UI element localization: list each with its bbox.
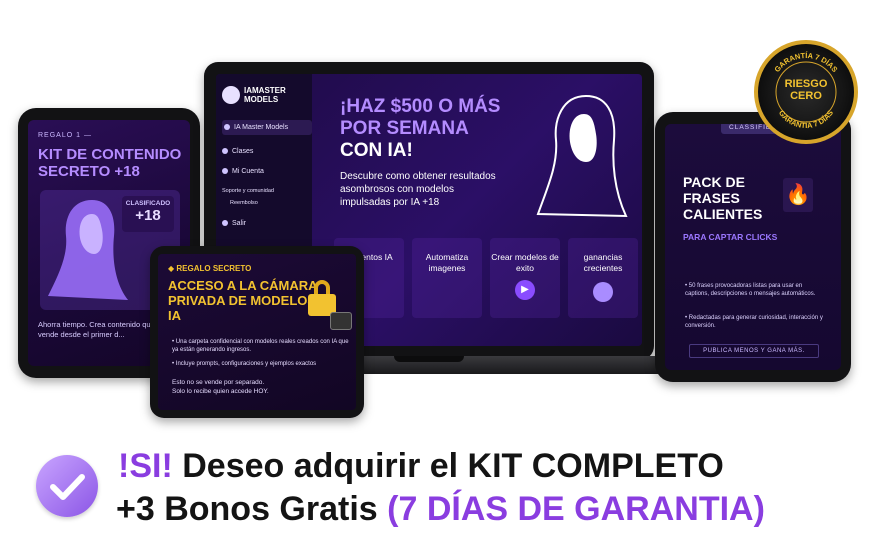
tablet-right-title: PACK DE FRASES CALIENTES xyxy=(683,174,763,222)
sidebar-item-mi-cuenta[interactable]: Mi Cuenta xyxy=(222,168,264,175)
sidebar-item-soporte[interactable]: Soporte y comunidad xyxy=(222,188,274,194)
front-label: ◆ REGALO SECRETO xyxy=(168,264,251,273)
sidebar-item-ia-master-models[interactable]: IA Master Models xyxy=(222,120,312,135)
bullet-text: Una carpeta confidencial con modelos rea… xyxy=(172,339,349,353)
fire-icon: 🔥 xyxy=(783,178,813,212)
sidebar-item-clases[interactable]: Clases xyxy=(222,148,253,155)
play-icon xyxy=(222,148,228,155)
woman-silhouette-icon xyxy=(536,94,628,218)
badge-line2: +18 xyxy=(135,207,161,224)
tablet-left-label: REGALO 1 — xyxy=(38,132,92,139)
bullet-text: 50 frases provocadoras listas para usar … xyxy=(685,283,816,297)
sidebar-item-salir[interactable]: Salir xyxy=(222,220,246,227)
badge-line1: CLASIFICADO xyxy=(125,200,171,207)
tablet-right: CLASSIFIED PACK DE FRASES CALIENTES 🔥 PA… xyxy=(655,112,851,382)
laptop-notch xyxy=(394,356,464,362)
sidebar-item-label: Soporte y comunidad xyxy=(222,188,274,194)
lock-icon xyxy=(308,280,338,316)
seal-line2: CERO xyxy=(790,90,822,102)
feature-label: ganancias crecientes xyxy=(583,252,623,273)
feature-label: Automatiza imagenes xyxy=(425,252,469,273)
hero-title: ¡HAZ $500 O MÁS POR SEMANA xyxy=(340,96,501,139)
front-footer: Esto no se vende por separado. Solo lo r… xyxy=(172,378,269,396)
hero-subtitle: Descubre como obtener resultados asombro… xyxy=(340,171,496,208)
cta-text-2: +3 Bonos Gratis xyxy=(116,490,388,528)
cta-line-1[interactable]: !SI! Deseo adquirir el KIT COMPLETO xyxy=(118,447,724,486)
camera-icon xyxy=(330,312,352,330)
sidebar-item-label: Clases xyxy=(232,148,254,155)
cta-si: !SI! xyxy=(118,447,173,485)
tablet-right-footer: PUBLICA MENOS Y GANA MÁS. xyxy=(689,344,819,358)
feature-card-4: ganancias crecientes xyxy=(568,238,638,318)
brand: IAMASTER MODELS xyxy=(244,86,286,104)
bullet-text: Incluye prompts, configuraciones y ejemp… xyxy=(175,361,317,367)
guarantee-seal: GARANTÍA 7 DÍAS GARANTÍA 7 DÍAS RIESGO C… xyxy=(754,40,858,144)
front-label-text: REGALO SECRETO xyxy=(176,264,252,273)
tablet-right-screen: CLASSIFIED PACK DE FRASES CALIENTES 🔥 PA… xyxy=(665,124,841,370)
user-icon xyxy=(222,168,228,175)
feature-card-3: Crear modelos de exito ▶ xyxy=(490,238,560,318)
brand-line2: MODELS xyxy=(244,95,279,104)
cta-guarantee: (7 DÍAS DE GARANTIA) xyxy=(387,490,765,528)
sidebar-item-label: Reembolso xyxy=(230,200,258,206)
bullet-text: Redactadas para generar curiosidad, inte… xyxy=(685,315,823,329)
brand-line1: IAMASTER xyxy=(244,86,286,95)
tablet-right-subtitle: PARA CAPTAR CLICKS xyxy=(683,232,778,242)
logo-icon xyxy=(222,86,240,104)
home-icon xyxy=(224,124,230,131)
sidebar-item-label: IA Master Models xyxy=(234,124,289,131)
cta-text-1: Deseo adquirir el KIT COMPLETO xyxy=(172,447,724,485)
tablet-right-bullet-1: • 50 frases provocadoras listas para usa… xyxy=(685,283,816,297)
front-footer-line1: Esto no se vende por separado. xyxy=(172,379,265,386)
front-title: ACCESO A LA CÁMARA PRIVADA DE MODELOS IA xyxy=(168,278,318,323)
check-icon[interactable] xyxy=(36,455,98,517)
sidebar-item-reembolso[interactable]: Reembolso xyxy=(230,200,258,206)
tablet-front: ◆ REGALO SECRETO ACCESO A LA CÁMARA PRIV… xyxy=(150,246,364,418)
woman-silhouette-icon xyxy=(48,200,128,300)
classified-badge: CLASIFICADO +18 xyxy=(122,196,174,232)
sidebar-item-label: Salir xyxy=(232,220,247,227)
tablet-left-text: Ahorra tiempo. Crea contenido que vende … xyxy=(38,320,155,339)
tablet-right-bullet-2: • Redactadas para generar curiosidad, in… xyxy=(685,315,823,329)
feature-card-2: Automatiza imagenes xyxy=(412,238,482,318)
front-bullet-1: • Una carpeta confidencial con modelos r… xyxy=(172,339,349,353)
seal-center: RIESGO CERO xyxy=(758,78,854,102)
front-bullet-2: • Incluye prompts, configuraciones y eje… xyxy=(172,361,317,367)
play-button-icon[interactable]: ▶ xyxy=(515,280,535,300)
tablet-front-screen: ◆ REGALO SECRETO ACCESO A LA CÁMARA PRIV… xyxy=(158,254,356,410)
cta-line-2[interactable]: +3 Bonos Gratis (7 DÍAS DE GARANTIA) xyxy=(116,490,765,529)
svg-text:GARANTÍA 7 DÍAS: GARANTÍA 7 DÍAS xyxy=(777,108,835,130)
logout-icon xyxy=(222,220,228,227)
seal-bottom-text: GARANTÍA 7 DÍAS xyxy=(777,108,835,130)
tablet-left-title: KIT DE CONTENIDO SECRETO +18 xyxy=(38,146,182,180)
front-footer-line2: Solo lo recibe quien accede HOY. xyxy=(172,388,269,395)
feature-label: Crear modelos de exito xyxy=(491,252,559,273)
hero-title-2: CON IA! xyxy=(340,140,413,161)
circle-icon xyxy=(593,282,613,302)
seal-line1: RIESGO xyxy=(784,78,828,90)
sidebar-item-label: Mi Cuenta xyxy=(232,168,264,175)
